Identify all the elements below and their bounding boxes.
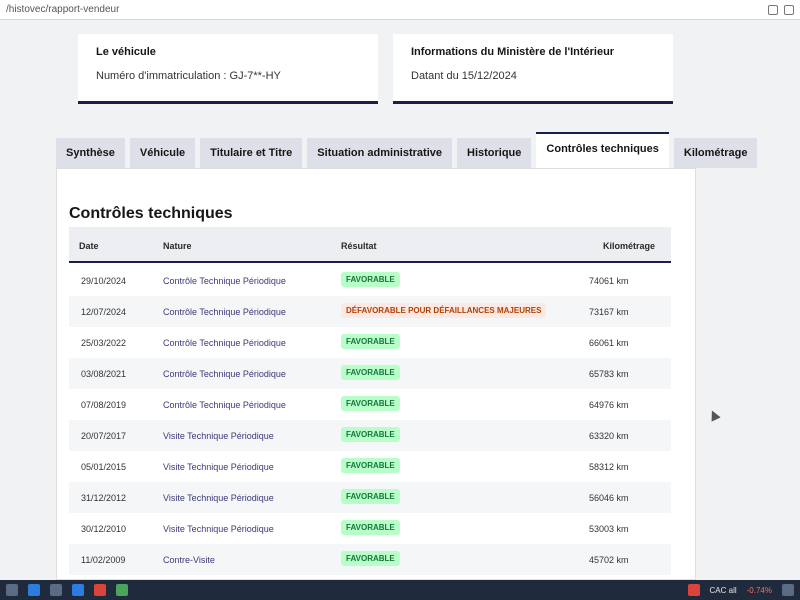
report-date: Datant du 15/12/2024 — [411, 70, 517, 82]
chrome-icon[interactable] — [116, 584, 128, 596]
browser-toolbar-icons — [768, 4, 794, 15]
result-badge: FAVORABLE — [341, 365, 400, 380]
table-row: 30/12/2010 Visite Technique Périodique F… — [69, 513, 671, 544]
ticker-label[interactable]: CAC all — [710, 586, 737, 595]
result-badge: FAVORABLE — [341, 551, 400, 566]
ticker-change: -0.74% — [746, 585, 772, 595]
row-date: 25/03/2022 — [81, 338, 127, 348]
result-badge: FAVORABLE — [341, 458, 400, 473]
start-icon[interactable] — [6, 584, 18, 596]
result-badge: FAVORABLE — [341, 489, 400, 504]
row-km: 64976 km — [589, 400, 629, 410]
row-nature: Contrôle Technique Périodique — [163, 400, 286, 410]
windows-taskbar: CAC all -0.74% — [0, 580, 800, 600]
table-row: 31/12/2012 Visite Technique Périodique F… — [69, 482, 671, 513]
row-km: 58312 km — [589, 462, 629, 472]
row-date: 12/07/2024 — [81, 307, 127, 317]
row-nature: Visite Technique Périodique — [163, 462, 274, 472]
column-header-date: Date — [79, 241, 99, 251]
report-tabs: Synthèse Véhicule Titulaire et Titre Sit… — [56, 132, 758, 168]
row-km: 74061 km — [589, 276, 629, 286]
row-km: 45702 km — [589, 555, 629, 565]
table-row: 12/07/2024 Contrôle Technique Périodique… — [69, 296, 671, 327]
result-badge: DÉFAVORABLE POUR DÉFAILLANCES MAJEURES — [341, 303, 547, 318]
table-row: 05/01/2015 Visite Technique Périodique F… — [69, 451, 671, 482]
edit-icon[interactable] — [768, 4, 778, 15]
table-body: 29/10/2024 Contrôle Technique Périodique… — [69, 265, 671, 575]
row-date: 29/10/2024 — [81, 276, 127, 286]
row-nature: Visite Technique Périodique — [163, 431, 274, 441]
tab-kilometrage[interactable]: Kilométrage — [673, 138, 758, 168]
table-row: 25/03/2022 Contrôle Technique Périodique… — [69, 327, 671, 358]
app-l-icon[interactable] — [72, 584, 84, 596]
edge-icon[interactable] — [28, 584, 40, 596]
row-km: 73167 km — [589, 307, 629, 317]
column-header-kilometrage: Kilométrage — [603, 241, 656, 251]
tab-vehicule[interactable]: Véhicule — [129, 138, 196, 168]
ministry-card-title: Informations du Ministère de l'Intérieur — [411, 46, 615, 58]
tab-situation-administrative[interactable]: Situation administrative — [307, 138, 452, 168]
row-km: 56046 km — [589, 493, 629, 503]
table-row: 03/08/2021 Contrôle Technique Périodique… — [69, 358, 671, 389]
row-nature: Visite Technique Périodique — [163, 524, 274, 534]
row-date: 11/02/2009 — [81, 555, 126, 565]
tab-controles-techniques[interactable]: Contrôles techniques — [536, 132, 669, 168]
row-km: 63320 km — [589, 431, 629, 441]
table-row: 29/10/2024 Contrôle Technique Périodique… — [69, 265, 671, 296]
result-badge: FAVORABLE — [341, 427, 400, 442]
row-km: 65783 km — [589, 369, 629, 379]
file-explorer-icon[interactable] — [50, 584, 62, 596]
row-km: 53003 km — [589, 524, 629, 534]
profile-icon[interactable] — [784, 4, 794, 15]
vehicle-card: Le véhicule Numéro d'immatriculation : G… — [78, 34, 378, 104]
row-nature: Visite Technique Périodique — [163, 493, 274, 503]
result-badge: FAVORABLE — [341, 520, 400, 535]
result-badge: FAVORABLE — [341, 272, 400, 287]
result-badge: FAVORABLE — [341, 396, 400, 411]
market-trend-icon — [687, 584, 700, 596]
column-header-resultat: Résultat — [341, 241, 377, 251]
mouse-cursor-icon — [707, 408, 721, 422]
table-row: 11/02/2009 Contre-Visite FAVORABLE 45702… — [69, 544, 671, 575]
row-date: 07/08/2019 — [81, 400, 127, 410]
tab-titulaire[interactable]: Titulaire et Titre — [200, 138, 303, 168]
result-badge: FAVORABLE — [341, 334, 400, 349]
row-nature: Contrôle Technique Périodique — [163, 307, 286, 317]
row-km: 66061 km — [589, 338, 629, 348]
report-page: Le véhicule Numéro d'immatriculation : G… — [0, 20, 800, 580]
ministry-card: Informations du Ministère de l'Intérieur… — [393, 34, 673, 104]
table-row: 07/08/2019 Contrôle Technique Périodique… — [69, 389, 671, 420]
row-nature: Contre-Visite — [163, 555, 215, 565]
tab-synthese[interactable]: Synthèse — [56, 138, 125, 168]
row-date: 31/12/2012 — [81, 493, 127, 503]
row-date: 30/12/2010 — [81, 524, 127, 534]
plate-number: Numéro d'immatriculation : GJ-7**-HY — [96, 70, 281, 82]
tab-historique[interactable]: Historique — [457, 138, 532, 168]
browser-address-bar[interactable]: /histovec/rapport-vendeur — [0, 0, 800, 20]
row-nature: Contrôle Technique Périodique — [163, 369, 286, 379]
table-row: 20/07/2017 Visite Technique Périodique F… — [69, 420, 671, 451]
vehicle-card-title: Le véhicule — [96, 46, 156, 58]
opera-icon[interactable] — [94, 584, 106, 596]
row-nature: Contrôle Technique Périodique — [163, 276, 286, 286]
table-header: Date Nature Résultat Kilométrage — [69, 227, 671, 263]
row-date: 03/08/2021 — [81, 369, 127, 379]
column-header-nature: Nature — [163, 241, 192, 251]
system-tray-icon[interactable] — [782, 584, 794, 596]
url-text[interactable]: /histovec/rapport-vendeur — [6, 4, 768, 15]
row-date: 20/07/2017 — [81, 431, 127, 441]
controles-panel: Contrôles techniques Date Nature Résulta… — [56, 168, 696, 580]
row-date: 05/01/2015 — [81, 462, 127, 472]
row-nature: Contrôle Technique Périodique — [163, 338, 286, 348]
section-title: Contrôles techniques — [69, 205, 233, 222]
